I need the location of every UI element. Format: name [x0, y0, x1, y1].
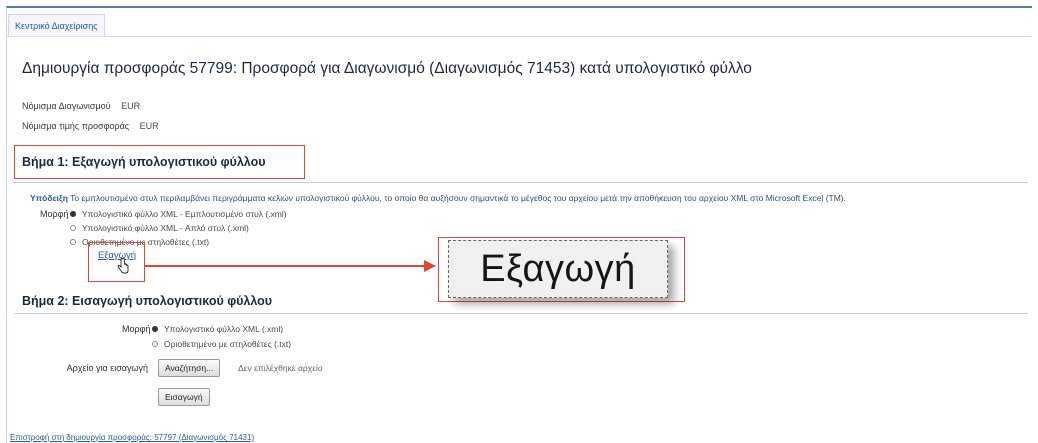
step2-divider [14, 313, 1028, 314]
radio-selected-icon[interactable] [70, 211, 76, 217]
step2-option-tab-delimited[interactable]: Οριοθετημένο με στηλοθέτες (.txt) [152, 339, 291, 349]
return-link[interactable]: Επιστροφή στη δημιουργία προσφοράς: 5779… [10, 433, 254, 442]
tab-divider [6, 36, 1032, 37]
step1-option-label: Υπολογιστικό φύλλο XML - Απλό στυλ (.xml… [82, 223, 249, 233]
hand-cursor-icon [117, 258, 129, 274]
step1-option-simple-xml[interactable]: Υπολογιστικό φύλλο XML - Απλό στυλ (.xml… [70, 223, 249, 233]
browse-button[interactable]: Αναζήτηση... [158, 359, 221, 377]
step2-option-xml[interactable]: Υπολογιστικό φύλλο XML (.xml) [152, 324, 283, 334]
step1-format-label: Μορφή [40, 209, 69, 219]
page-title: Δημιουργία προσφοράς 57799: Προσφορά για… [22, 60, 752, 77]
import-button[interactable]: Εισαγωγή [158, 388, 210, 406]
radio-unselected-icon[interactable] [70, 225, 76, 231]
step2-option-label: Οριοθετημένο με στηλοθέτες (.txt) [164, 339, 292, 349]
file-import-label: Αρχείο για εισαγωγή [66, 363, 148, 373]
step2-format-label: Μορφή [122, 324, 151, 334]
auction-currency-label: Νόμισμα Διαγωνισμού [22, 101, 111, 111]
bid-currency-row: Νόμισμα τιμής προσφοράς EUR [22, 121, 159, 131]
step2-title: Βήμα 2: Εισαγωγή υπολογιστικού φύλλου [22, 294, 273, 308]
tip-text: Το εμπλουτισμένο στυλ περιλαμβάνει περιγ… [70, 193, 846, 203]
radio-unselected-icon[interactable] [70, 239, 76, 245]
export-callout: Εξαγωγή [448, 240, 668, 298]
step1-divider [14, 182, 1028, 183]
bid-currency-value: EUR [139, 121, 159, 131]
tip-label: Υπόδειξη [30, 193, 68, 203]
callout-arrow-line [145, 265, 425, 267]
step1-option-rich-xml[interactable]: Υπολογιστικό φύλλο XML - Εμπλουτισμένο σ… [70, 209, 287, 219]
step2-option-label: Υπολογιστικό φύλλο XML (.xml) [164, 324, 284, 334]
tab-main[interactable]: Κεντρικό Διαχείρισης [8, 14, 105, 37]
step1-option-label: Υπολογιστικό φύλλο XML - Εμπλουτισμένο σ… [82, 209, 287, 219]
radio-unselected-icon[interactable] [152, 341, 158, 347]
no-file-selected-text: Δεν επιλέχθηκε αρχείο [238, 363, 323, 373]
auction-currency-value: EUR [121, 101, 141, 111]
radio-selected-icon[interactable] [152, 326, 158, 332]
auction-currency-row: Νόμισμα Διαγωνισμού EUR [22, 101, 140, 111]
step1-title: Βήμα 1: Εξαγωγή υπολογιστικού φύλλου [22, 155, 266, 169]
callout-arrow-head [424, 260, 436, 272]
tip-text-block: Υπόδειξη Το εμπλουτισμένο στυλ περιλαμβά… [30, 193, 1030, 203]
bid-currency-label: Νόμισμα τιμής προσφοράς [22, 121, 130, 131]
